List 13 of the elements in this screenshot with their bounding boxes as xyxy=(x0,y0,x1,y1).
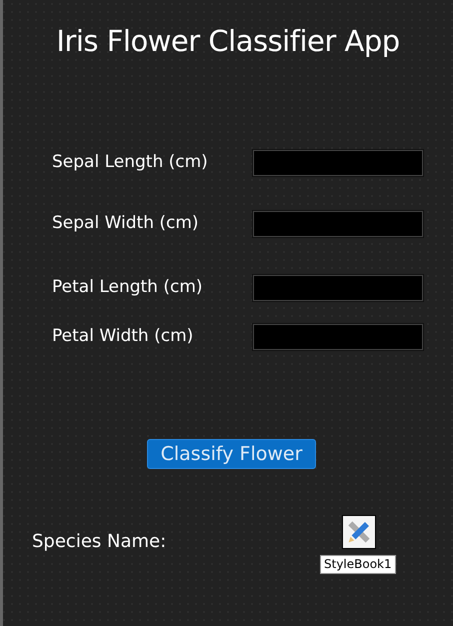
field-label: Sepal Length (cm) xyxy=(52,151,209,174)
field-label: Petal Length (cm) xyxy=(52,276,204,300)
input-field[interactable] xyxy=(253,324,423,350)
stylebook-label: StyleBook1 xyxy=(320,555,396,574)
app-title: Iris Flower Classifier App xyxy=(55,23,401,60)
species-name-label: Species Name: xyxy=(32,530,166,554)
field-label: Sepal Width (cm) xyxy=(52,212,200,236)
input-field[interactable] xyxy=(253,211,423,237)
input-field[interactable] xyxy=(253,275,423,301)
pencil-ruler-icon[interactable] xyxy=(342,515,376,549)
classify-flower-button[interactable]: Classify Flower xyxy=(147,439,316,469)
field-label: Petal Width (cm) xyxy=(52,325,194,348)
input-field[interactable] xyxy=(253,150,423,176)
